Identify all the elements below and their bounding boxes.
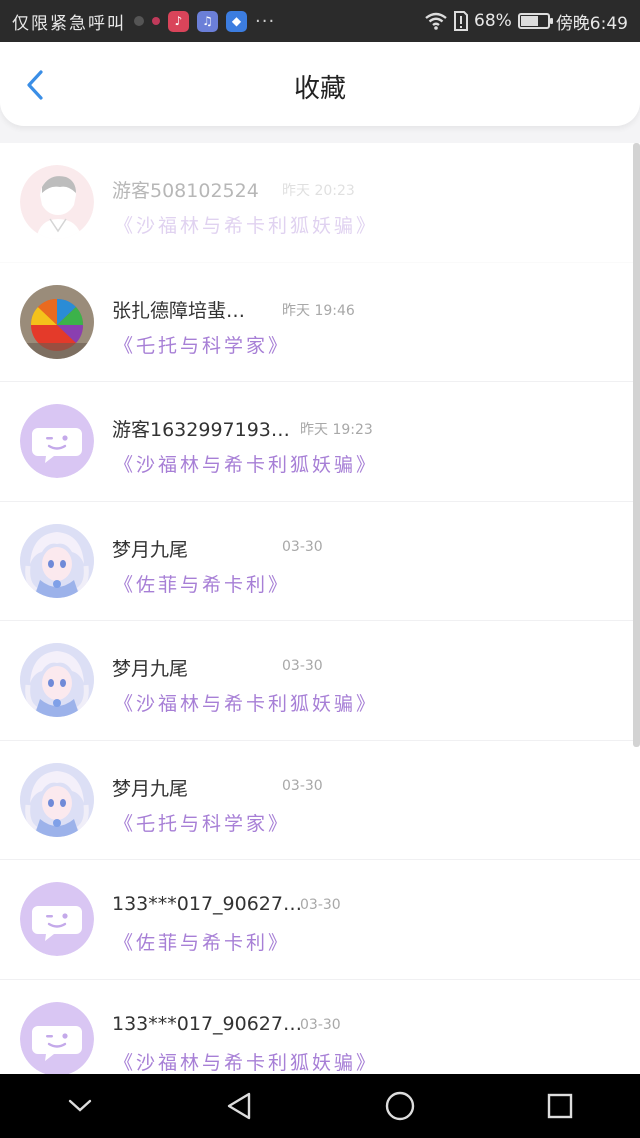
story-title-link[interactable]: 《沙福林与希卡利狐妖骗》	[114, 211, 378, 238]
more-notifications-icon: ···	[255, 10, 276, 32]
avatar[interactable]	[20, 643, 94, 717]
scrollbar[interactable]	[633, 143, 640, 747]
nav-home-button[interactable]	[370, 1081, 430, 1131]
default-avatar-icon[interactable]	[20, 404, 94, 478]
user-name[interactable]: 游客1632997193…	[112, 415, 290, 442]
favorites-list: 游客508102524 昨天 20:23 《沙福林与希卡利狐妖骗》 张扎德障培蜚… 昨天…	[0, 143, 640, 1074]
timestamp: 昨天 20:23	[282, 183, 355, 199]
timestamp: 昨天 19:23	[300, 422, 373, 438]
list-item[interactable]: 133***017_90627… 03-30 《沙福林与希卡利狐妖骗》	[0, 980, 640, 1075]
wifi-icon	[425, 12, 447, 30]
user-name[interactable]: 133***017_90627…	[112, 893, 302, 915]
list-item[interactable]: 梦月九尾 03-30 《佐菲与希卡利》	[0, 502, 640, 621]
shield-app-icon: ◆	[226, 10, 247, 32]
story-title-link[interactable]: 《沙福林与希卡利狐妖骗》	[114, 450, 378, 477]
home-circle-icon	[385, 1091, 415, 1121]
status-bar: 仅限紧急呼叫 ♪ ♫ ◆ ··· 68% 傍晚6:49	[0, 0, 640, 42]
sim-alert-icon	[454, 11, 469, 31]
story-title-link[interactable]: 《乇托与科学家》	[114, 809, 290, 836]
clock: 傍晚6:49	[555, 13, 628, 34]
battery-icon	[517, 13, 553, 29]
story-title-link[interactable]: 《佐菲与希卡利》	[114, 570, 290, 597]
page-header: 收藏	[0, 42, 640, 126]
default-avatar-icon[interactable]	[20, 882, 94, 956]
avatar[interactable]	[20, 523, 94, 598]
timestamp: 03-30	[282, 538, 323, 555]
page-title: 收藏	[293, 74, 346, 104]
timestamp: 昨天 19:46	[282, 302, 355, 319]
user-name[interactable]: 梦月九尾	[112, 654, 188, 681]
music-player-icon: ♫	[197, 10, 218, 32]
chevron-down-icon	[68, 1099, 92, 1112]
notification-dot-icon	[134, 16, 144, 26]
netease-music-icon: ♪	[168, 10, 189, 32]
carrier-label: 仅限紧急呼叫	[12, 13, 126, 34]
timestamp: 03-30	[282, 777, 323, 794]
user-name[interactable]: 梦月九尾	[112, 774, 188, 801]
avatar[interactable]	[20, 284, 94, 359]
avatar[interactable]	[20, 165, 94, 239]
system-nav-bar	[0, 1074, 640, 1138]
story-title-link[interactable]: 《沙福林与希卡利狐妖骗》	[114, 689, 378, 716]
nav-back-button[interactable]	[210, 1081, 270, 1131]
list-item[interactable]: 梦月九尾 03-30 《乇托与科学家》	[0, 741, 640, 860]
timestamp: 03-30	[300, 1016, 341, 1033]
hide-nav-button[interactable]	[50, 1081, 110, 1131]
nav-recents-button[interactable]	[530, 1081, 590, 1131]
user-name[interactable]: 游客508102524	[112, 176, 259, 203]
user-name[interactable]: 梦月九尾	[112, 535, 188, 562]
list-item[interactable]: 张扎德障培蜚… 昨天 19:46 《乇托与科学家》	[0, 263, 640, 382]
recents-square-icon	[547, 1093, 573, 1119]
default-avatar-icon[interactable]	[20, 1001, 94, 1074]
story-title-link[interactable]: 《沙福林与希卡利狐妖骗》	[114, 1048, 378, 1075]
notification-app-icon	[152, 17, 160, 25]
list-item[interactable]: 游客1632997193… 昨天 19:23 《沙福林与希卡利狐妖骗》	[0, 382, 640, 502]
triangle-back-icon	[227, 1092, 251, 1120]
list-item[interactable]: 梦月九尾 03-30 《沙福林与希卡利狐妖骗》	[0, 621, 640, 741]
avatar[interactable]	[20, 762, 94, 837]
user-name[interactable]: 张扎德障培蜚…	[112, 296, 245, 323]
story-title-link[interactable]: 《佐菲与希卡利》	[114, 928, 290, 955]
timestamp: 03-30	[300, 897, 341, 913]
list-item[interactable]: 游客508102524 昨天 20:23 《沙福林与希卡利狐妖骗》	[0, 143, 640, 263]
timestamp: 03-30	[282, 658, 323, 674]
list-item[interactable]: 133***017_90627… 03-30 《佐菲与希卡利》	[0, 860, 640, 980]
battery-percent: 68%	[474, 11, 512, 31]
user-name[interactable]: 133***017_90627…	[112, 1013, 302, 1035]
story-title-link[interactable]: 《乇托与科学家》	[114, 331, 290, 358]
